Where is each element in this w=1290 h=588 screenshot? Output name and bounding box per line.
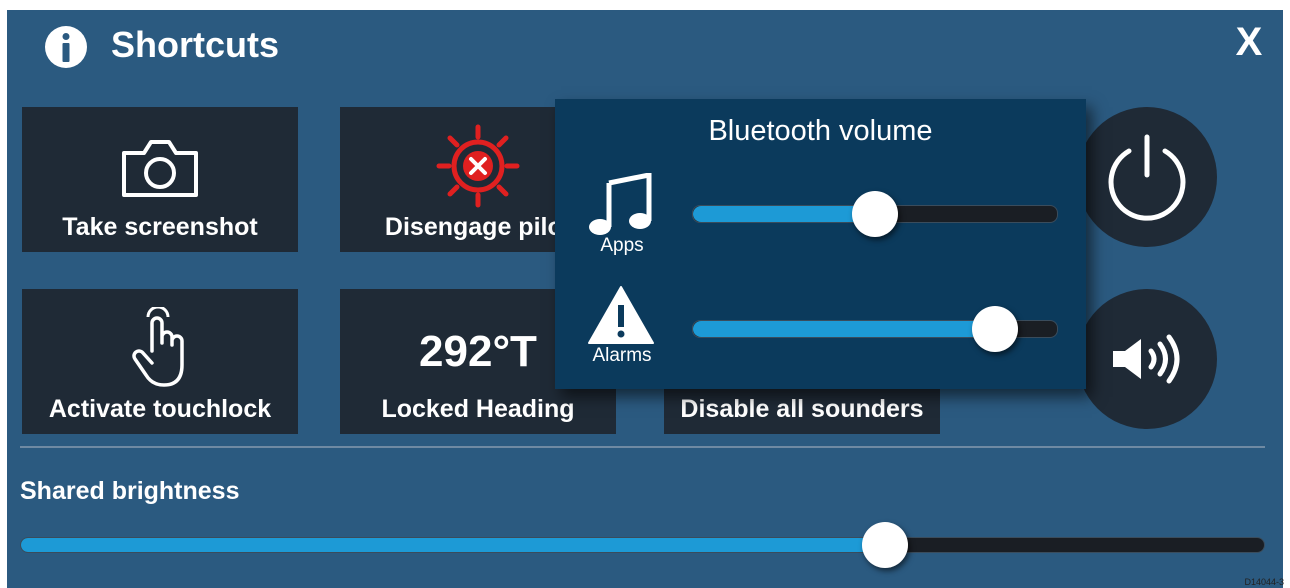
- warning-icon: [588, 286, 654, 344]
- tile-label: Take screenshot: [62, 213, 258, 241]
- slider-fill: [693, 321, 996, 337]
- page-title: Shortcuts: [111, 24, 280, 65]
- brightness-slider[interactable]: [20, 522, 1265, 568]
- apps-label: Apps: [600, 235, 644, 256]
- panel-title: Bluetooth volume: [708, 115, 933, 147]
- tile-label: Disable all sounders: [680, 395, 924, 423]
- music-note-icon: [589, 173, 652, 235]
- info-icon: [45, 26, 87, 68]
- take-screenshot-button[interactable]: Take screenshot: [22, 107, 298, 252]
- shortcuts-screen: Shortcuts X Take screenshot Disengage pi…: [7, 10, 1283, 588]
- volume-button[interactable]: [1077, 289, 1217, 429]
- pilot-disengage-icon: [436, 124, 520, 208]
- activate-touchlock-button[interactable]: Activate touchlock: [22, 289, 298, 434]
- touch-hand-icon: [132, 307, 184, 387]
- alarms-volume-slider[interactable]: [692, 306, 1058, 352]
- power-button[interactable]: [1077, 107, 1217, 247]
- bluetooth-volume-panel: Bluetooth volume Apps Alarms: [555, 99, 1086, 389]
- slider-thumb[interactable]: [972, 306, 1019, 352]
- slider-fill: [693, 206, 875, 222]
- tile-label: Activate touchlock: [48, 395, 272, 423]
- slider-thumb[interactable]: [861, 522, 908, 568]
- power-icon: [1108, 134, 1186, 221]
- slider-thumb[interactable]: [852, 191, 898, 237]
- close-button[interactable]: X: [1227, 20, 1271, 64]
- apps-volume-slider[interactable]: [692, 191, 1058, 237]
- speaker-icon: [1113, 334, 1180, 384]
- alarms-label: Alarms: [592, 345, 652, 366]
- document-code: D14044-3: [1244, 577, 1284, 587]
- tile-label: Locked Heading: [381, 395, 575, 423]
- brightness-label: Shared brightness: [20, 477, 240, 505]
- section-divider: [20, 446, 1265, 448]
- slider-fill: [21, 538, 885, 552]
- camera-icon: [122, 140, 198, 197]
